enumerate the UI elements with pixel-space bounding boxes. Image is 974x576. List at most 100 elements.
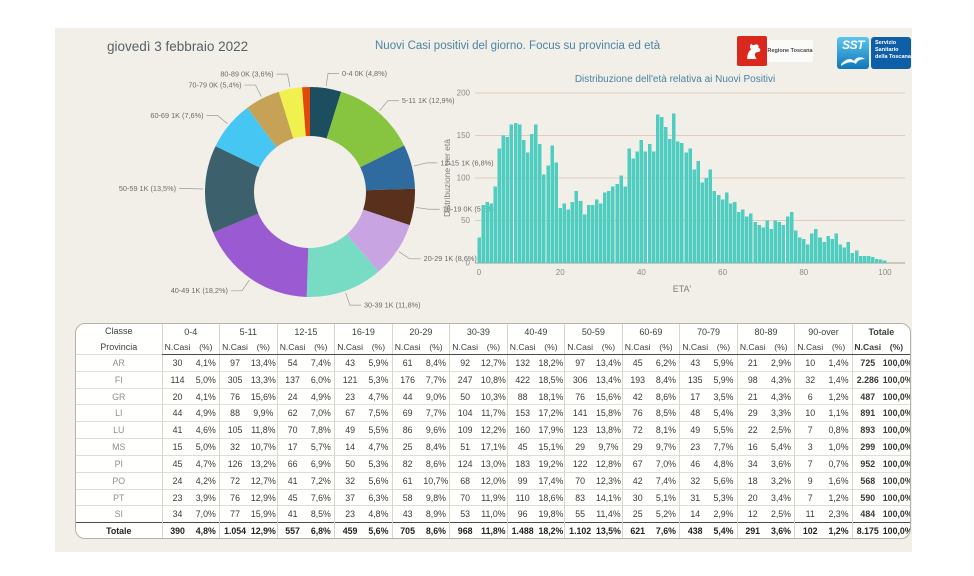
histogram-bar[interactable] — [558, 207, 562, 263]
histogram-bar[interactable] — [611, 186, 615, 264]
histogram-bar[interactable] — [607, 190, 611, 263]
histogram-bar[interactable] — [720, 199, 725, 263]
histogram-bar[interactable] — [850, 252, 855, 263]
histogram-bar[interactable] — [643, 151, 648, 263]
histogram-bar[interactable] — [570, 201, 575, 263]
histogram-bar[interactable] — [757, 224, 761, 263]
histogram-bar[interactable] — [489, 203, 493, 264]
histogram-bar[interactable] — [745, 216, 749, 263]
histogram-bar[interactable] — [866, 256, 871, 263]
histogram-bar[interactable] — [749, 213, 753, 263]
histogram-bar[interactable] — [871, 257, 875, 263]
histogram-bar[interactable] — [728, 203, 733, 264]
histogram-bar[interactable] — [765, 220, 769, 264]
histogram-bar[interactable] — [574, 190, 579, 263]
histogram-bar[interactable] — [858, 256, 863, 263]
histogram-bar[interactable] — [546, 165, 550, 263]
histogram-bar[interactable] — [688, 148, 692, 263]
histogram-bar[interactable] — [753, 222, 757, 263]
histogram-bar[interactable] — [655, 114, 660, 263]
histogram-bar[interactable] — [525, 152, 530, 264]
histogram-bar[interactable] — [818, 237, 822, 264]
histogram-bar[interactable] — [586, 205, 591, 263]
histogram-bar[interactable] — [477, 237, 481, 264]
histogram-bar[interactable] — [534, 124, 538, 263]
histogram-bar[interactable] — [590, 205, 595, 263]
histogram-bar[interactable] — [773, 220, 778, 264]
histogram-bar[interactable] — [732, 201, 737, 263]
histogram-bar[interactable] — [696, 161, 700, 263]
histogram-bar[interactable] — [481, 205, 485, 263]
histogram-bar[interactable] — [631, 158, 636, 263]
histogram-bar[interactable] — [692, 169, 696, 264]
histogram-bar[interactable] — [594, 199, 599, 263]
histogram-bar[interactable] — [538, 144, 542, 263]
histogram-bar[interactable] — [883, 260, 887, 263]
histogram-bar[interactable] — [680, 143, 684, 263]
histogram-bar[interactable] — [708, 169, 713, 264]
histogram-bar[interactable] — [582, 214, 587, 263]
histogram-bar[interactable] — [501, 135, 506, 264]
histogram-bar[interactable] — [521, 139, 526, 263]
histogram-bar[interactable] — [554, 162, 558, 263]
histogram-bar[interactable] — [639, 139, 644, 263]
histogram-bar[interactable] — [822, 241, 826, 263]
histogram-bar[interactable] — [716, 195, 721, 263]
histogram-bar[interactable] — [806, 244, 810, 263]
histogram-bar[interactable] — [838, 244, 843, 263]
histogram-bar[interactable] — [513, 122, 518, 263]
histogram-bar[interactable] — [875, 258, 879, 263]
histogram-bar[interactable] — [700, 182, 705, 263]
histogram-bar[interactable] — [704, 178, 709, 263]
histogram-bar[interactable] — [810, 233, 814, 263]
histogram-bar[interactable] — [530, 133, 534, 263]
histogram-bar[interactable] — [769, 229, 774, 263]
histogram-bar[interactable] — [493, 186, 497, 264]
histogram-bar[interactable] — [603, 192, 607, 263]
histogram-bar[interactable] — [862, 256, 867, 263]
histogram-bar[interactable] — [842, 247, 847, 263]
histogram-bar[interactable] — [599, 203, 603, 264]
histogram-bar[interactable] — [619, 175, 623, 263]
histogram-bar[interactable] — [777, 222, 782, 263]
histogram-bar[interactable] — [797, 237, 802, 264]
histogram-bar[interactable] — [712, 190, 717, 263]
histogram-bar[interactable] — [627, 148, 631, 263]
histogram-bar[interactable] — [854, 250, 859, 263]
histogram-bar[interactable] — [737, 212, 741, 263]
histogram-bar[interactable] — [826, 235, 830, 263]
histogram-bar[interactable] — [485, 201, 489, 263]
histogram-bar[interactable] — [724, 192, 729, 263]
histogram-bar[interactable] — [741, 209, 745, 263]
histogram-bar[interactable] — [578, 200, 583, 263]
histogram-bar[interactable] — [830, 239, 834, 263]
histogram-bar[interactable] — [846, 241, 851, 263]
histogram-bar[interactable] — [814, 229, 818, 263]
histogram-bar[interactable] — [834, 233, 838, 263]
histogram-bar[interactable] — [550, 145, 554, 263]
histogram-bar[interactable] — [647, 144, 652, 263]
histogram-bar[interactable] — [785, 216, 790, 263]
histogram-bar[interactable] — [623, 186, 627, 264]
histogram-bar[interactable] — [879, 259, 883, 263]
histogram-bar[interactable] — [651, 151, 656, 263]
histogram-bar[interactable] — [517, 124, 522, 263]
histogram-bar[interactable] — [802, 239, 806, 263]
histogram-bar[interactable] — [663, 127, 668, 263]
histogram-bar[interactable] — [509, 124, 514, 263]
histogram-bar[interactable] — [542, 174, 546, 263]
histogram-bar[interactable] — [789, 212, 794, 263]
histogram-bar[interactable] — [562, 203, 567, 264]
histogram-bar[interactable] — [793, 230, 798, 263]
histogram-bar[interactable] — [635, 151, 640, 263]
histogram-bar[interactable] — [676, 141, 680, 263]
histogram-bar[interactable] — [566, 209, 571, 263]
histogram-bar[interactable] — [672, 113, 676, 264]
histogram-bar[interactable] — [505, 137, 510, 263]
histogram-bar[interactable] — [659, 116, 664, 263]
histogram-bar[interactable] — [497, 148, 502, 263]
histogram-bar[interactable] — [668, 138, 672, 263]
histogram-bar[interactable] — [761, 227, 765, 263]
histogram-bar[interactable] — [615, 183, 619, 263]
histogram-bar[interactable] — [684, 152, 688, 264]
